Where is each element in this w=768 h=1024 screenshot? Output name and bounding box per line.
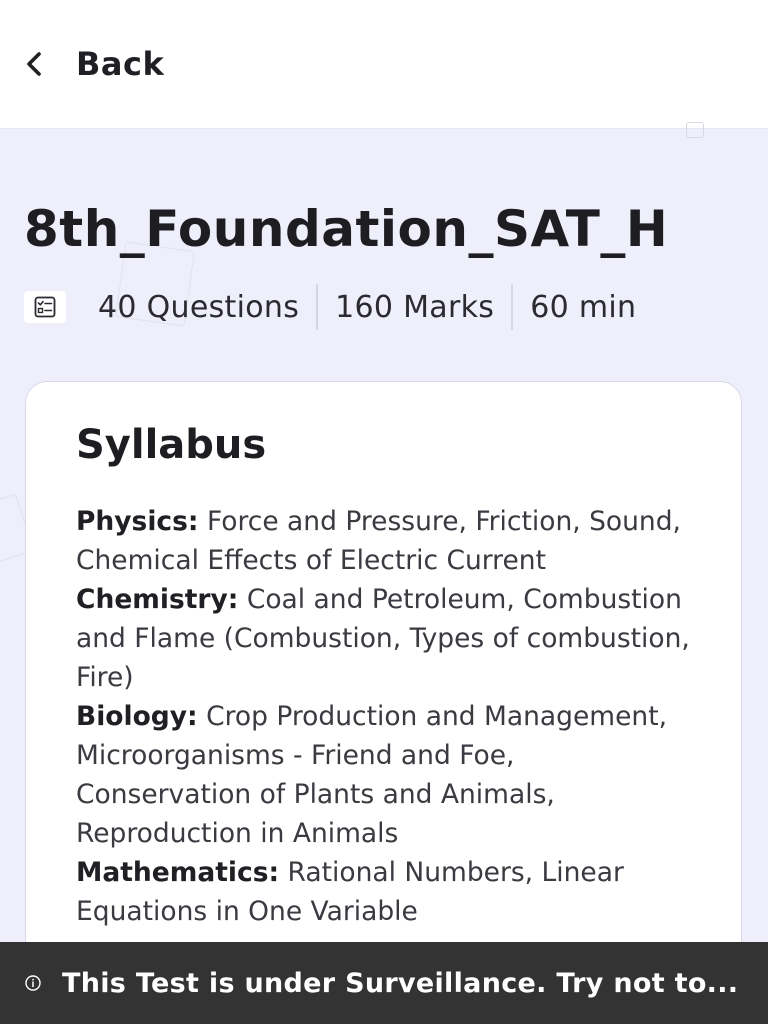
surveillance-toast[interactable]: This Test is under Surveillance. Try not… bbox=[0, 942, 768, 1024]
info-icon bbox=[24, 974, 42, 992]
syllabus-list: Physics: Force and Pressure, Friction, S… bbox=[76, 502, 696, 931]
subject-label: Biology: bbox=[76, 701, 198, 732]
chevron-left-icon bbox=[20, 49, 50, 79]
subject-label: Physics: bbox=[76, 506, 199, 537]
syllabus-item-biology: Biology: Crop Production and Management,… bbox=[76, 697, 696, 853]
subject-label: Chemistry: bbox=[76, 584, 239, 615]
syllabus-title: Syllabus bbox=[76, 422, 267, 468]
marks-total: 160 Marks bbox=[335, 289, 495, 325]
test-meta: 40 Questions 160 Marks 60 min bbox=[24, 284, 636, 330]
subject-label: Mathematics: bbox=[76, 857, 280, 888]
meta-divider bbox=[511, 284, 514, 330]
syllabus-card[interactable]: Syllabus Physics: Force and Pressure, Fr… bbox=[25, 381, 742, 1021]
duration: 60 min bbox=[530, 289, 637, 325]
top-bar: Back bbox=[0, 0, 768, 129]
back-label: Back bbox=[76, 45, 165, 83]
meta-divider bbox=[316, 284, 319, 330]
questions-count: 40 Questions bbox=[98, 289, 300, 325]
checklist-icon bbox=[24, 291, 66, 323]
syllabus-item-physics: Physics: Force and Pressure, Friction, S… bbox=[76, 502, 696, 580]
decorative-paper-icon bbox=[686, 122, 704, 138]
syllabus-item-mathematics: Mathematics: Rational Numbers, Linear Eq… bbox=[76, 853, 696, 931]
syllabus-item-chemistry: Chemistry: Coal and Petroleum, Combustio… bbox=[76, 580, 696, 697]
test-title: 8th_Foundation_SAT_H bbox=[24, 200, 669, 258]
back-button[interactable]: Back bbox=[20, 40, 164, 88]
toast-message: This Test is under Surveillance. Try not… bbox=[62, 967, 739, 999]
